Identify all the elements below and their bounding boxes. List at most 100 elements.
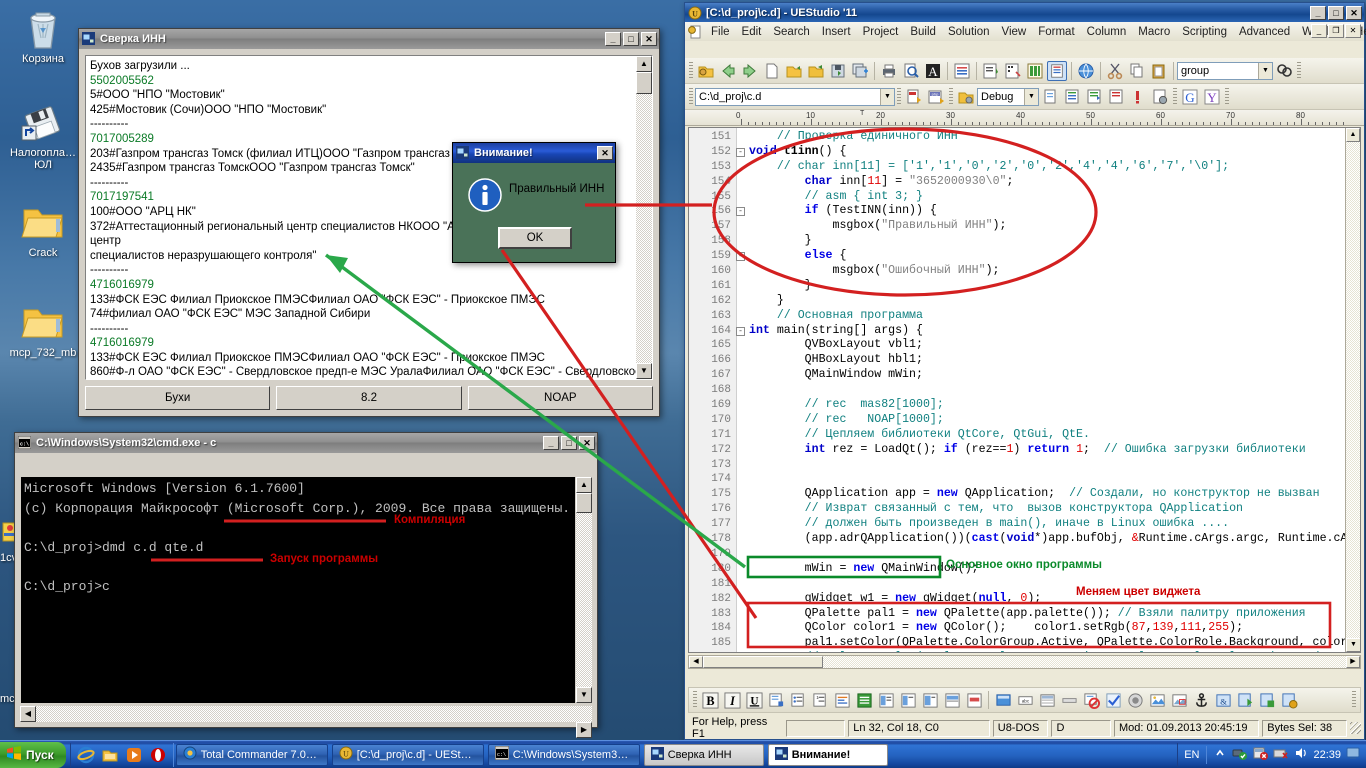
textbox-icon[interactable]: abc — [1015, 690, 1035, 710]
debug-icon[interactable] — [1150, 87, 1170, 107]
taskbar-dialog[interactable]: Внимание! — [767, 743, 888, 766]
bold-icon[interactable]: B — [700, 690, 720, 710]
menu-column[interactable]: Column — [1081, 25, 1133, 39]
menu-file[interactable]: File — [705, 25, 736, 39]
editor-horizontal-scrollbar[interactable]: ◀ ▶ — [688, 655, 1361, 669]
toolbar-grip[interactable] — [949, 87, 953, 106]
scroll-down-arrow-icon[interactable]: ▼ — [1346, 638, 1360, 652]
print-preview-icon[interactable] — [901, 61, 921, 81]
uestudio-close-button[interactable]: ✕ — [1346, 5, 1362, 20]
show-desktop-icon[interactable] — [1346, 746, 1360, 763]
scroll-right-arrow-icon[interactable]: ▶ — [1346, 656, 1360, 668]
image-map-icon[interactable] — [1169, 690, 1189, 710]
toolbar-grip[interactable] — [1173, 87, 1177, 106]
cmd-titlebar[interactable]: c:\ C:\Windows\System32\cmd.exe - c _ □ … — [15, 433, 597, 453]
table-style-icon[interactable] — [942, 690, 962, 710]
chevron-down-icon[interactable]: ▼ — [880, 88, 894, 105]
save-all-icon[interactable] — [850, 61, 870, 81]
underline-icon[interactable]: U — [744, 690, 764, 710]
menu-build[interactable]: Build — [904, 25, 942, 39]
forward-arrow-icon[interactable] — [740, 61, 760, 81]
uestudio-path-toolbar[interactable]: C:\d_proj\c.d ▼ php Debug ▼ G Y — [685, 84, 1364, 110]
outdent-block-icon[interactable] — [898, 690, 918, 710]
hex-edit-icon[interactable] — [1003, 61, 1023, 81]
list-view-icon[interactable] — [952, 61, 972, 81]
fold-toggle-icon[interactable]: - — [736, 147, 745, 157]
hr-icon[interactable] — [1059, 690, 1079, 710]
uestudio-titlebar[interactable]: U [C:\d_proj\c.d] - UEStudio '11 _ □ ✕ — [685, 3, 1364, 22]
cmd-vertical-scrollbar[interactable]: ▲ ▼ — [576, 477, 592, 703]
highlight-icon[interactable] — [964, 690, 984, 710]
inn-minimize-button[interactable]: _ — [605, 32, 621, 46]
toolbar-overflow-grip[interactable] — [1225, 87, 1229, 106]
toolbar-overflow-grip[interactable] — [1352, 691, 1356, 709]
uestudio-maximize-button[interactable]: □ — [1328, 5, 1344, 20]
fold-toggle-icon[interactable]: - — [736, 326, 745, 336]
stop-build-icon[interactable] — [1128, 87, 1148, 107]
open-file-icon[interactable] — [784, 61, 804, 81]
scroll-down-arrow-icon[interactable]: ▼ — [576, 687, 592, 703]
special-char-icon[interactable]: & — [1213, 690, 1233, 710]
insert-tag-icon[interactable] — [766, 690, 786, 710]
taskbar[interactable]: Пуск Total Commander 7.02a ... U [C:\d_p… — [0, 740, 1366, 768]
image-icon[interactable] — [1147, 690, 1167, 710]
align-justify-icon[interactable] — [854, 690, 874, 710]
ie-icon[interactable] — [75, 744, 97, 766]
php-run-icon[interactable]: php — [926, 87, 946, 107]
toolbar-grip[interactable] — [689, 87, 693, 106]
menu-edit[interactable]: Edit — [736, 25, 768, 39]
cut-icon[interactable] — [1105, 61, 1125, 81]
spellcheck-icon[interactable] — [1103, 690, 1123, 710]
toolbar-grip[interactable] — [693, 691, 697, 709]
inn-close-button[interactable]: ✕ — [641, 32, 657, 46]
scroll-up-arrow-icon[interactable]: ▲ — [576, 477, 592, 493]
ruler-tab-marker[interactable]: T — [860, 110, 864, 117]
build-config-combo[interactable]: Debug ▼ — [977, 87, 1039, 106]
code-editor[interactable]: 151 152-153 154 155 156-157 158 159-160 161 162 1… — [688, 127, 1361, 653]
warning-dialog[interactable]: Внимание! ✕ Правильный ИНН OK — [452, 142, 616, 263]
bullet-list-icon[interactable] — [788, 690, 808, 710]
file-path-combo[interactable]: C:\d_proj\c.d ▼ — [695, 87, 895, 106]
menu-project[interactable]: Project — [857, 25, 905, 39]
listbox-icon[interactable] — [1037, 690, 1057, 710]
desktop-icon-nalogoplat[interactable]: Налогопла… ЮЛ — [4, 100, 82, 171]
menu-macro[interactable]: Macro — [1132, 25, 1176, 39]
insert-object-icon[interactable] — [1279, 690, 1299, 710]
print-icon[interactable] — [879, 61, 899, 81]
uestudio-menubar[interactable]: File Edit Search Insert Project Build So… — [685, 22, 1366, 41]
inn-vertical-scrollbar[interactable]: ▲ ▼ — [636, 56, 652, 379]
build-project-icon[interactable] — [1062, 87, 1082, 107]
scroll-up-arrow-icon[interactable]: ▲ — [636, 56, 652, 72]
system-tray[interactable]: EN 22:39 — [1177, 742, 1366, 767]
taskbar-total-commander[interactable]: Total Commander 7.02a ... — [175, 743, 328, 766]
insert-flash-icon[interactable] — [1257, 690, 1277, 710]
google-search-icon[interactable]: G — [1180, 87, 1200, 107]
security-alert-icon[interactable] — [1252, 745, 1269, 764]
opera-icon[interactable] — [147, 744, 169, 766]
menu-view[interactable]: View — [996, 25, 1033, 39]
chevron-down-icon[interactable]: ▼ — [1258, 62, 1272, 79]
new-file-icon[interactable] — [762, 61, 782, 81]
taskbar-cmd[interactable]: c:\ C:\Windows\System32\c... — [487, 743, 640, 766]
cmd-maximize-button[interactable]: □ — [561, 436, 577, 450]
toolbar-overflow-grip[interactable] — [1297, 61, 1301, 80]
inn-titlebar[interactable]: Сверка ИНН _ □ ✕ — [79, 29, 659, 49]
form-icon[interactable] — [993, 690, 1013, 710]
dialog-close-button[interactable]: ✕ — [597, 146, 613, 160]
cmd-console-output[interactable]: Microsoft Windows [Version 6.1.7600] (c) … — [21, 477, 575, 703]
paragraph-style-icon[interactable] — [920, 690, 940, 710]
hscroll-thumb[interactable] — [703, 656, 823, 668]
yahoo-search-icon[interactable]: Y — [1202, 87, 1222, 107]
fold-toggle-icon[interactable]: - — [736, 207, 745, 217]
taskbar-uestudio[interactable]: U [C:\d_proj\c.d] - UEStudi... — [331, 743, 484, 766]
inn-scroll-thumb[interactable] — [636, 72, 652, 94]
uestudio-main-toolbar[interactable]: A group ▼ — [685, 58, 1364, 84]
save-icon[interactable] — [828, 61, 848, 81]
start-button[interactable]: Пуск — [0, 741, 66, 768]
menu-advanced[interactable]: Advanced — [1233, 25, 1296, 39]
clock[interactable]: 22:39 — [1313, 749, 1341, 761]
record-macro-icon[interactable] — [1125, 690, 1145, 710]
clean-icon[interactable] — [1106, 87, 1126, 107]
open-project-icon[interactable] — [696, 61, 716, 81]
rebuild-icon[interactable] — [1084, 87, 1104, 107]
